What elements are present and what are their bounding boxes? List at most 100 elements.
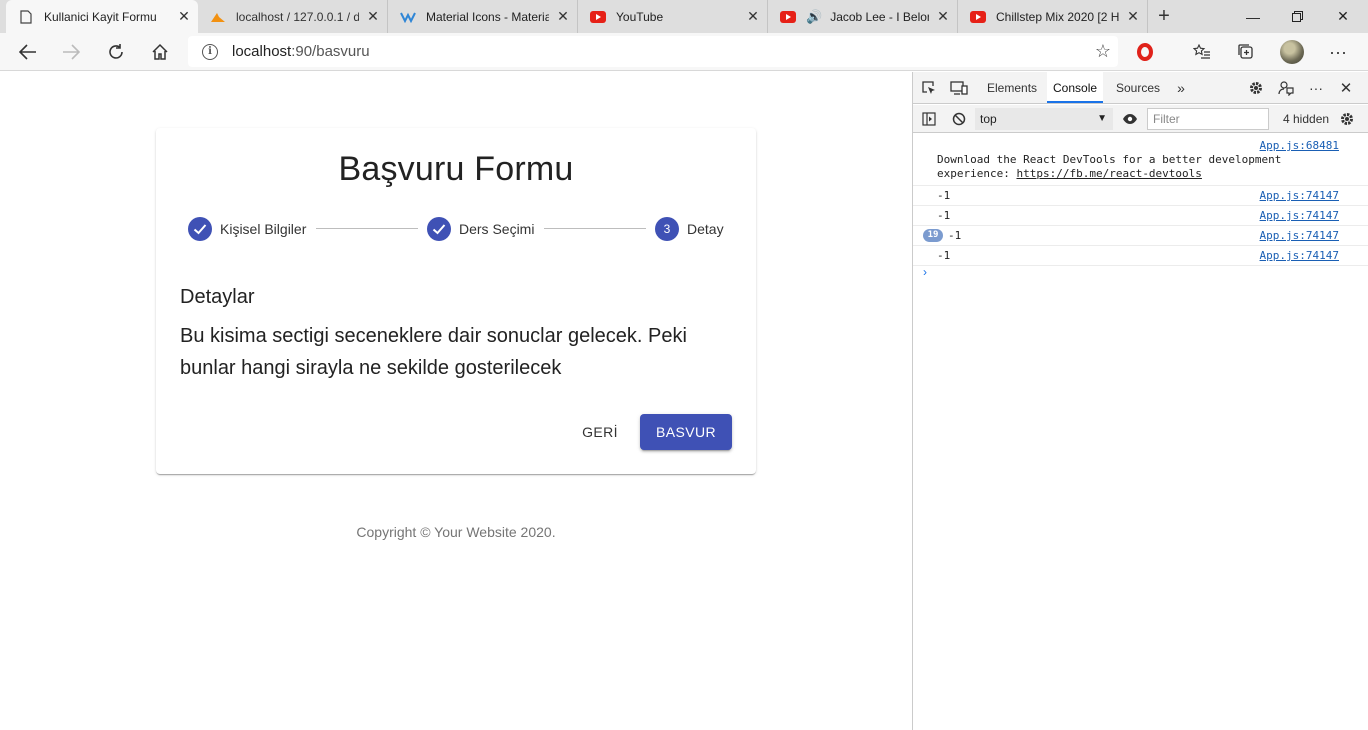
application-form-card: Başvuru Formu Kişisel Bilgiler Ders Seçi… (156, 128, 756, 474)
tab-kullanici-kayit-formu[interactable]: Kullanici Kayit Formu ✕ (6, 0, 198, 33)
youtube-icon (590, 9, 606, 25)
url-host: localhost (232, 43, 292, 60)
tab-youtube[interactable]: YouTube ✕ (578, 0, 768, 33)
favorites-icon[interactable] (1187, 37, 1217, 67)
show-sidebar-icon[interactable] (918, 108, 940, 130)
log-message: -1 (937, 249, 951, 262)
reload-button[interactable] (101, 37, 131, 67)
step-detail: 3 Detay (655, 216, 724, 242)
repeat-count-badge: 19 (923, 229, 943, 242)
log-message: -1 (937, 189, 951, 202)
close-tab-icon[interactable]: ✕ (170, 8, 198, 25)
section-body: Bu kisima sectigi seceneklere dair sonuc… (180, 325, 687, 379)
close-tab-icon[interactable]: ✕ (549, 8, 577, 25)
address-bar[interactable]: i localhost:90/basvuru ☆ (188, 36, 1118, 67)
log-text-line1: Download the React DevTools for a better… (937, 153, 1282, 166)
tab-title: Jacob Lee - I Belon (830, 9, 929, 24)
step-label: Ders Seçimi (459, 221, 535, 237)
log-source-link[interactable]: App.js:68481 (1260, 139, 1339, 152)
collections-icon[interactable] (1231, 37, 1261, 67)
devtools-tab-bar: Elements Console Sources » ··· ✕ (913, 72, 1368, 104)
tab-title: localhost / 127.0.0.1 / d (236, 9, 359, 24)
minimize-button[interactable]: — (1230, 0, 1276, 33)
favorite-star-icon[interactable]: ☆ (1088, 41, 1118, 62)
console-settings-gear-icon[interactable] (1336, 108, 1358, 130)
step-connector (316, 228, 418, 229)
profile-avatar[interactable] (1277, 37, 1307, 67)
log-message: -1 (948, 229, 962, 242)
tab-sources[interactable]: Sources (1110, 72, 1166, 104)
clear-console-icon[interactable] (948, 108, 970, 130)
url-text[interactable]: localhost:90/basvuru (232, 43, 1088, 60)
copyright-text: Copyright © Your Website 2020. (356, 524, 556, 540)
page-icon (18, 9, 34, 25)
step-connector (544, 228, 646, 229)
log-text-prefix: experience: (937, 167, 1017, 180)
close-tab-icon[interactable]: ✕ (359, 8, 387, 25)
tab-material-icons[interactable]: Material Icons - Materia ✕ (388, 0, 578, 33)
stepper: Kişisel Bilgiler Ders Seçimi 3 Detay (188, 216, 724, 242)
settings-gear-icon[interactable] (1245, 77, 1267, 99)
page-title: Başvuru Formu (338, 150, 574, 188)
web-page: Başvuru Formu Kişisel Bilgiler Ders Seçi… (0, 72, 912, 730)
tab-phpmyadmin[interactable]: localhost / 127.0.0.1 / d ✕ (198, 0, 388, 33)
console-message: 19 -1 App.js:74147 (913, 226, 1368, 246)
phpmyadmin-icon (210, 9, 226, 25)
console-prompt[interactable]: › (923, 265, 927, 279)
step-label: Kişisel Bilgiler (220, 221, 307, 237)
material-icon (400, 9, 416, 25)
close-devtools-icon[interactable]: ✕ (1335, 77, 1357, 99)
home-button[interactable] (145, 37, 175, 67)
opera-extension-icon[interactable] (1130, 37, 1160, 67)
tab-jacob-lee[interactable]: 🔊 Jacob Lee - I Belon ✕ (768, 0, 958, 33)
close-tab-icon[interactable]: ✕ (1119, 8, 1147, 25)
tab-title: Chillstep Mix 2020 [2 H (996, 9, 1119, 24)
hidden-messages-count: 4 hidden (1283, 112, 1330, 126)
feedback-icon[interactable] (1275, 77, 1297, 99)
back-button[interactable]: GERİ (572, 414, 628, 450)
tab-console[interactable]: Console (1047, 72, 1104, 103)
context-selector[interactable]: top ▼ (975, 108, 1113, 130)
log-source-link[interactable]: App.js:74147 (1260, 229, 1339, 242)
log-message: -1 (937, 209, 951, 222)
console-message: -1 App.js:74147 (913, 246, 1368, 266)
new-tab-button[interactable]: + (1150, 0, 1178, 33)
tab-title: Kullanici Kayit Formu (44, 9, 157, 24)
log-source-link[interactable]: App.js:74147 (1260, 209, 1339, 222)
youtube-icon (970, 9, 986, 25)
browser-toolbar: i localhost:90/basvuru ☆ ··· (0, 33, 1368, 71)
more-tabs-icon[interactable]: » (1170, 77, 1192, 99)
info-icon[interactable]: i (202, 43, 218, 60)
react-devtools-link[interactable]: https://fb.me/react-devtools (1016, 167, 1201, 180)
console-message: -1 App.js:74147 (913, 206, 1368, 226)
customize-menu-icon[interactable]: ··· (1305, 77, 1327, 99)
speaker-icon[interactable]: 🔊 (806, 9, 822, 25)
url-path: :90/basvuru (291, 43, 370, 60)
youtube-icon (780, 9, 796, 25)
live-expression-eye-icon[interactable] (1119, 108, 1141, 130)
check-icon (188, 217, 212, 241)
step-number: 3 (655, 217, 679, 241)
back-button[interactable] (13, 37, 43, 67)
more-menu-icon[interactable]: ··· (1323, 37, 1353, 67)
close-window-button[interactable]: ✕ (1320, 0, 1366, 33)
filter-input[interactable]: Filter (1147, 108, 1269, 130)
restore-button[interactable] (1274, 0, 1320, 33)
log-message: Download the React DevTools for a better… (937, 153, 1281, 181)
log-source-link[interactable]: App.js:74147 (1260, 189, 1339, 202)
check-icon (427, 217, 451, 241)
tab-title: YouTube (616, 9, 664, 24)
submit-button[interactable]: BASVUR (640, 414, 732, 450)
tab-strip: Kullanici Kayit Formu ✕ localhost / 127.… (0, 0, 1368, 33)
log-source-link[interactable]: App.js:74147 (1260, 249, 1339, 262)
device-toolbar-icon[interactable] (948, 77, 970, 99)
log-text-line2: experience: https://fb.me/react-devtools (937, 167, 1281, 181)
inspect-element-icon[interactable] (918, 77, 940, 99)
close-tab-icon[interactable]: ✕ (929, 8, 957, 25)
step-label: Detay (687, 221, 724, 237)
tab-elements[interactable]: Elements (981, 72, 1043, 104)
tab-chillstep[interactable]: Chillstep Mix 2020 [2 H ✕ (958, 0, 1148, 33)
close-tab-icon[interactable]: ✕ (739, 8, 767, 25)
console-message: -1 App.js:74147 (913, 186, 1368, 206)
forward-button[interactable] (56, 37, 86, 67)
